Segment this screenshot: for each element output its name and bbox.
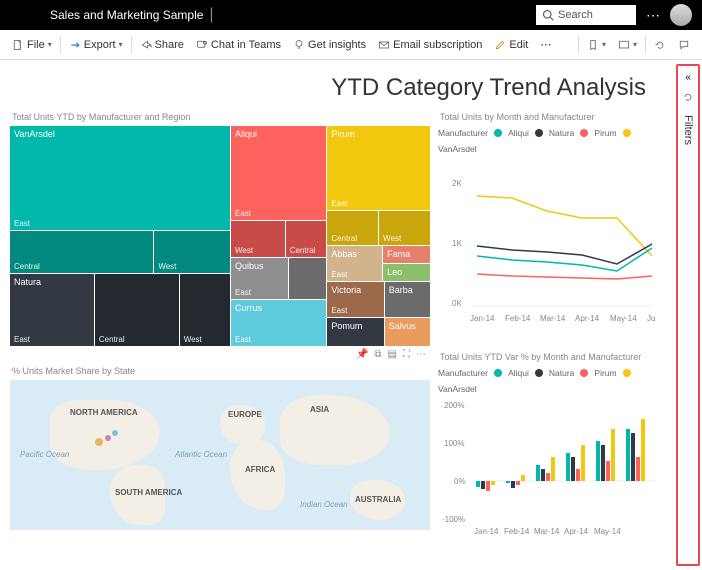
insights-button[interactable]: Get insights [287,30,372,59]
view-icon [618,39,630,51]
svg-text:2K: 2K [452,179,462,188]
comment-button[interactable] [672,30,696,59]
file-menu[interactable]: File▾ [6,30,58,59]
email-button[interactable]: Email subscription [372,30,488,59]
svg-text:-100%: -100% [442,515,465,524]
copy-icon[interactable]: ⧉ [374,349,381,360]
svg-text:100%: 100% [444,439,464,448]
map-body: NORTH AMERICA SOUTH AMERICA EUROPE AFRIC… [10,380,430,530]
svg-text:May-14: May-14 [610,314,637,323]
more-button[interactable]: ⋯ [646,7,660,24]
visual-title: Total Units by Month and Manufacturer [438,110,666,126]
svg-text:Jan-14: Jan-14 [474,527,499,536]
page-title: YTD Category Trend Analysis [10,70,666,110]
filters-pane[interactable]: « Filters [676,64,700,566]
svg-text:Mar-14: Mar-14 [540,314,566,323]
focus-icon[interactable]: ⛶ [403,349,410,360]
view-button[interactable]: ▾ [612,30,643,59]
svg-text:Jan-14: Jan-14 [470,314,495,323]
map-visual[interactable]: % Units Market Share by State NORTH AMER… [10,364,430,541]
visual-actions: 📌 ⧉ ▤ ⛶ ⋯ [356,349,426,360]
svg-text:1K: 1K [452,239,462,248]
svg-text:200%: 200% [444,401,464,410]
report-name: Sales and Marketing Sample [50,8,203,22]
pin-icon[interactable]: 📌 [356,349,368,360]
svg-text:Ju: Ju [647,314,655,323]
svg-text:Feb-14: Feb-14 [505,314,531,323]
file-icon [12,39,24,51]
barchart-visual[interactable]: Total Units YTD Var % by Month and Manuf… [438,350,666,541]
search-icon [542,9,554,21]
bar-chart-svg: 200% 100% 0% -100% [438,396,666,536]
svg-text:May-14: May-14 [594,527,621,536]
legend: Manufacturer Aliqui Natura Pirum VanArsd… [438,126,666,156]
pencil-icon [494,39,506,51]
treemap-visual[interactable]: Total Units YTD by Manufacturer and Regi… [10,110,430,346]
export-icon [69,39,81,51]
bookmark-button[interactable]: ▾ [581,30,612,59]
legend: Manufacturer Aliqui Natura Pirum VanArsd… [438,366,666,396]
svg-text:Mar-14: Mar-14 [534,527,560,536]
search-input[interactable]: Search [536,5,636,25]
visual-title: Total Units YTD Var % by Month and Manuf… [438,350,666,366]
svg-text:Apr-14: Apr-14 [575,314,600,323]
filter-icon[interactable]: ▤ [388,349,397,360]
app-topbar: Sales and Marketing Sample | Search ⋯ [0,0,702,30]
teams-icon [196,39,208,51]
linechart-visual[interactable]: Total Units by Month and Manufacturer Ma… [438,110,666,346]
comment-icon [678,39,690,51]
more-actions[interactable]: ⋯ [534,30,557,59]
reset-icon[interactable] [682,91,694,103]
visual-title: % Units Market Share by State [10,364,430,380]
collapse-icon[interactable]: « [685,72,691,83]
chat-teams-button[interactable]: Chat in Teams [190,30,287,59]
report-canvas: YTD Category Trend Analysis Total Units … [0,60,676,570]
bookmark-icon [587,39,599,51]
toolbar: File▾ Export▾ Share Chat in Teams Get in… [0,30,702,60]
lightbulb-icon [293,39,305,51]
svg-text:0K: 0K [452,299,462,308]
svg-text:0%: 0% [454,477,466,486]
svg-text:Apr-14: Apr-14 [564,527,589,536]
more-icon[interactable]: ⋯ [416,349,426,360]
share-icon [140,39,152,51]
filters-label: Filters [682,115,694,145]
svg-text:Feb-14: Feb-14 [504,527,530,536]
edit-button[interactable]: Edit [488,30,534,59]
email-icon [378,39,390,51]
refresh-button[interactable] [648,30,672,59]
refresh-icon [654,39,666,51]
share-button[interactable]: Share [134,30,190,59]
avatar[interactable] [670,4,692,26]
visual-title: Total Units YTD by Manufacturer and Regi… [10,110,430,126]
export-menu[interactable]: Export▾ [63,30,129,59]
line-chart-svg: 2K 1K 0K Jan-14 Feb-14 Mar-14 Apr-14 May… [438,156,666,336]
